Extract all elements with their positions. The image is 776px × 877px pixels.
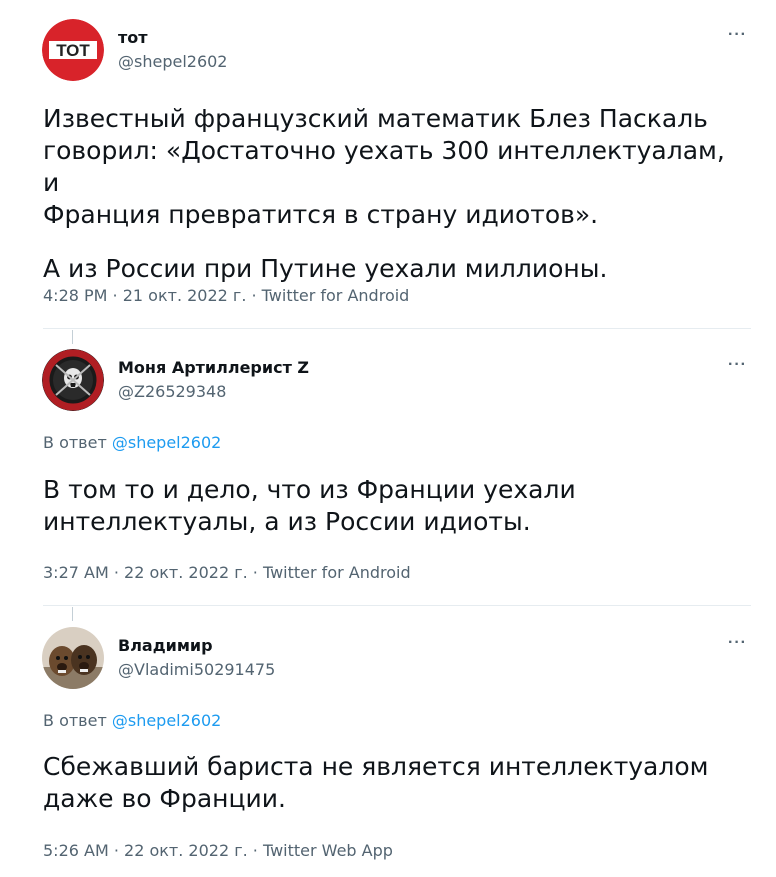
thread-connector: [72, 330, 73, 344]
author-handle[interactable]: @shepel2602: [118, 52, 227, 71]
tweet-text-line: Франция превратится в страну идиотов».: [43, 200, 599, 229]
divider: [43, 328, 751, 329]
reply-handle-link[interactable]: @shepel2602: [112, 711, 221, 730]
avatar-monya[interactable]: [42, 349, 104, 411]
author-handle[interactable]: @Z26529348: [118, 382, 226, 401]
author-handle[interactable]: @Vladimi50291475: [118, 660, 275, 679]
wagner-emblem-icon: [42, 349, 104, 411]
tot-logo-icon: ТОТ: [42, 19, 104, 81]
tweet-text-line: Известный французский математик Блез Пас…: [43, 104, 708, 133]
tweet-text-line: А из России при Путине уехали миллионы.: [43, 254, 608, 283]
avatar-tot[interactable]: ТОТ: [42, 19, 104, 81]
more-options-icon[interactable]: ···: [728, 634, 747, 652]
tweet-text-line: Сбежавший бариста не является интеллекту…: [43, 752, 709, 781]
author-name[interactable]: тот: [118, 28, 148, 47]
reply-context: В ответ @shepel2602: [43, 711, 221, 730]
dogs-photo-icon: [42, 627, 104, 689]
tweet-timestamp[interactable]: 4:28 PM · 21 окт. 2022 г. · Twitter for …: [43, 286, 409, 305]
thread-connector: [72, 607, 73, 621]
reply-handle-link[interactable]: @shepel2602: [112, 433, 221, 452]
tweet-text: Известный французский математик Блез Пас…: [43, 103, 743, 285]
more-options-icon[interactable]: ···: [728, 26, 747, 44]
more-options-icon[interactable]: ···: [728, 356, 747, 374]
author-name[interactable]: Моня Артиллерист Z: [118, 358, 309, 377]
svg-text:ТОТ: ТОТ: [56, 41, 90, 60]
divider: [43, 605, 751, 606]
avatar-vladimir[interactable]: [42, 627, 104, 689]
tweet-text: В том то и дело, что из Франции уехали и…: [43, 474, 743, 538]
tweet-text-line: говорил: «Достаточно уехать 300 интеллек…: [43, 136, 725, 197]
tweet-text-line: даже во Франции.: [43, 784, 286, 813]
tweet-text-line: В том то и дело, что из Франции уехали: [43, 475, 576, 504]
tweet-timestamp[interactable]: 3:27 AM · 22 окт. 2022 г. · Twitter for …: [43, 563, 411, 582]
tweet-timestamp[interactable]: 5:26 AM · 22 окт. 2022 г. · Twitter Web …: [43, 841, 393, 860]
reply-prefix: В ответ: [43, 433, 107, 452]
reply-prefix: В ответ: [43, 711, 107, 730]
tweet-text-line: интеллектуалы, а из России идиоты.: [43, 507, 531, 536]
author-name[interactable]: Владимир: [118, 636, 213, 655]
tweet-text: Сбежавший бариста не является интеллекту…: [43, 751, 743, 815]
reply-context: В ответ @shepel2602: [43, 433, 221, 452]
